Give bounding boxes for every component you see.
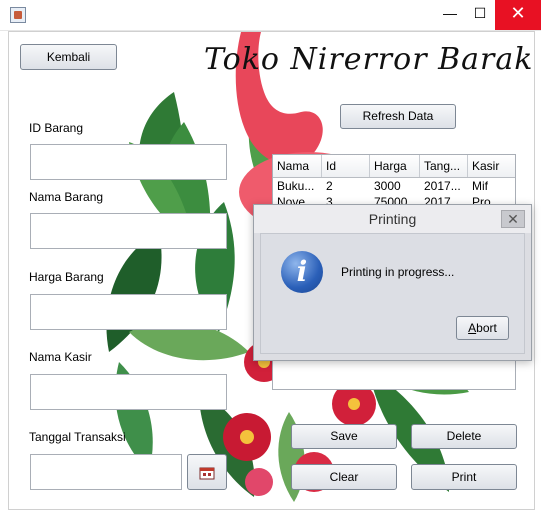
date-field[interactable] <box>30 454 182 490</box>
column-header-harga[interactable]: Harga <box>370 155 420 177</box>
maximize-button[interactable]: ☐ <box>465 0 495 30</box>
table-cell: 3000 <box>374 179 401 193</box>
price-label: Harga Barang <box>29 270 104 284</box>
name-field[interactable] <box>30 213 227 249</box>
column-header-id[interactable]: Id <box>322 155 370 177</box>
store-heading: Toko Nirerror Barakallah <box>204 42 534 77</box>
table-cell: 2 <box>326 179 333 193</box>
dialog-body: i Printing in progress... Abort <box>260 233 525 354</box>
calendar-icon <box>199 467 215 480</box>
back-button[interactable]: Kembali <box>20 44 117 70</box>
information-icon: i <box>281 251 323 293</box>
price-field[interactable] <box>30 294 227 330</box>
column-header-nama[interactable]: Nama <box>273 155 322 177</box>
dialog-message: Printing in progress... <box>341 265 455 279</box>
column-header-tanggal[interactable]: Tang... <box>420 155 468 177</box>
date-label: Tanggal Transaksi <box>29 430 126 444</box>
dialog-title: Printing <box>254 205 531 233</box>
id-label: ID Barang <box>29 121 84 135</box>
cashier-field[interactable] <box>30 374 227 410</box>
abort-label-rest: bort <box>476 321 497 335</box>
table-cell: Buku... <box>277 179 315 193</box>
close-button[interactable]: ✕ <box>495 0 541 30</box>
cashier-label: Nama Kasir <box>29 350 92 364</box>
window-title-bar: — ☐ ✕ <box>0 0 541 31</box>
save-button[interactable]: Save <box>291 424 397 449</box>
clear-button[interactable]: Clear <box>291 464 397 490</box>
name-label: Nama Barang <box>29 190 104 204</box>
abort-mnemonic: A <box>468 321 477 335</box>
printing-dialog[interactable]: Printing ✕ i Printing in progress... Abo… <box>253 204 532 361</box>
id-field[interactable] <box>30 144 227 180</box>
delete-button[interactable]: Delete <box>411 424 517 449</box>
table-cell: Mif <box>472 179 488 193</box>
refresh-data-button[interactable]: Refresh Data <box>340 104 456 129</box>
date-picker-button[interactable] <box>187 454 227 490</box>
minimize-button[interactable]: — <box>435 0 465 30</box>
table-row[interactable]: Buku... 2 3000 2017... Mif <box>273 178 515 194</box>
table-cell: 2017... <box>424 179 461 193</box>
table-header: Nama Id Harga Tang... Kasir <box>273 155 515 178</box>
abort-button[interactable]: Abort <box>456 316 509 340</box>
column-header-kasir[interactable]: Kasir <box>468 155 515 177</box>
java-app-icon <box>10 7 26 23</box>
dialog-close-button[interactable]: ✕ <box>501 210 525 228</box>
print-button[interactable]: Print <box>411 464 517 490</box>
